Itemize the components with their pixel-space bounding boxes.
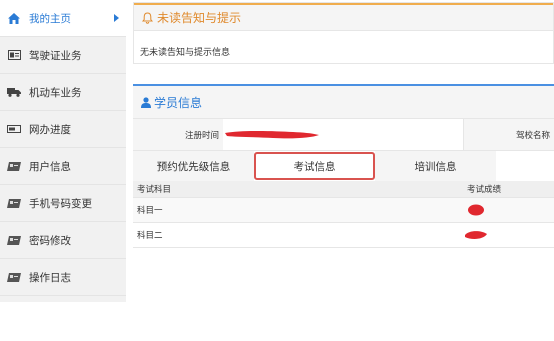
sidebar-item-home[interactable]: 我的主页 — [0, 0, 126, 37]
school-label: 驾校名称 — [464, 119, 554, 150]
header-subject: 考试科目 — [137, 185, 172, 195]
sidebar-item-vehicle[interactable]: 机动车业务 — [0, 74, 126, 111]
key-icon — [7, 234, 21, 246]
table-header: 考试科目 考试成绩 — [133, 181, 554, 198]
tab-exam[interactable]: 考试信息 — [254, 152, 375, 180]
tab-priority[interactable]: 预约优先级信息 — [133, 151, 254, 181]
bell-icon — [142, 11, 153, 24]
reg-time-label: 注册时间 — [133, 119, 223, 150]
user-card-icon — [7, 160, 21, 172]
sidebar: 我的主页 驾驶证业务 机动车业务 网办进度 用户信息 手机号码变更 密码修改 操… — [0, 0, 126, 302]
sidebar-item-phone-change[interactable]: 手机号码变更 — [0, 185, 126, 222]
sidebar-item-log[interactable]: 操作日志 — [0, 259, 126, 296]
truck-icon — [7, 86, 21, 98]
sidebar-item-label: 用户信息 — [29, 160, 71, 173]
redaction-mark — [465, 231, 487, 239]
sidebar-item-label: 驾驶证业务 — [29, 49, 82, 62]
sidebar-item-label: 机动车业务 — [29, 86, 82, 99]
id-card-icon — [7, 49, 21, 61]
reg-time-value — [223, 119, 463, 150]
registration-row: 注册时间 驾校名称 — [133, 118, 554, 151]
tab-bar: 预约优先级信息 考试信息 培训信息 — [133, 151, 554, 181]
row-subject: 科目一 — [137, 206, 163, 216]
sidebar-item-progress[interactable]: 网办进度 — [0, 111, 126, 148]
sidebar-item-user-info[interactable]: 用户信息 — [0, 148, 126, 185]
table-row: 科目二 — [133, 223, 554, 248]
chevron-right-icon — [114, 14, 119, 22]
notice-panel: 未读告知与提示 无未读告知与提示信息 — [133, 2, 554, 64]
sidebar-item-label: 我的主页 — [29, 12, 71, 25]
notice-message: 无未读告知与提示信息 — [140, 48, 231, 58]
sidebar-item-password[interactable]: 密码修改 — [0, 222, 126, 259]
student-header: 学员信息 — [133, 84, 554, 118]
header-score: 考试成绩 — [467, 185, 502, 195]
sidebar-item-label: 手机号码变更 — [29, 197, 92, 210]
table-row: 科目一 — [133, 198, 554, 223]
phone-icon — [7, 197, 21, 209]
home-icon — [7, 12, 21, 24]
redaction-mark — [225, 131, 319, 139]
redaction-mark — [468, 204, 484, 216]
sidebar-item-label: 操作日志 — [29, 271, 71, 284]
student-title: 学员信息 — [154, 95, 203, 110]
notice-title: 未读告知与提示 — [157, 11, 242, 25]
progress-icon — [7, 123, 21, 135]
sidebar-item-license[interactable]: 驾驶证业务 — [0, 37, 126, 74]
notice-header: 未读告知与提示 — [134, 3, 553, 31]
exam-table: 考试科目 考试成绩 科目一 科目二 — [133, 181, 554, 248]
tab-training[interactable]: 培训信息 — [375, 151, 496, 181]
sidebar-item-label: 密码修改 — [29, 234, 71, 247]
row-subject: 科目二 — [137, 231, 163, 241]
student-panel: 学员信息 注册时间 驾校名称 预约优先级信息 考试信息 培训信息 考试科目 考试… — [133, 84, 554, 249]
user-icon — [141, 96, 151, 108]
sidebar-item-label: 网办进度 — [29, 123, 71, 136]
log-icon — [7, 271, 21, 283]
